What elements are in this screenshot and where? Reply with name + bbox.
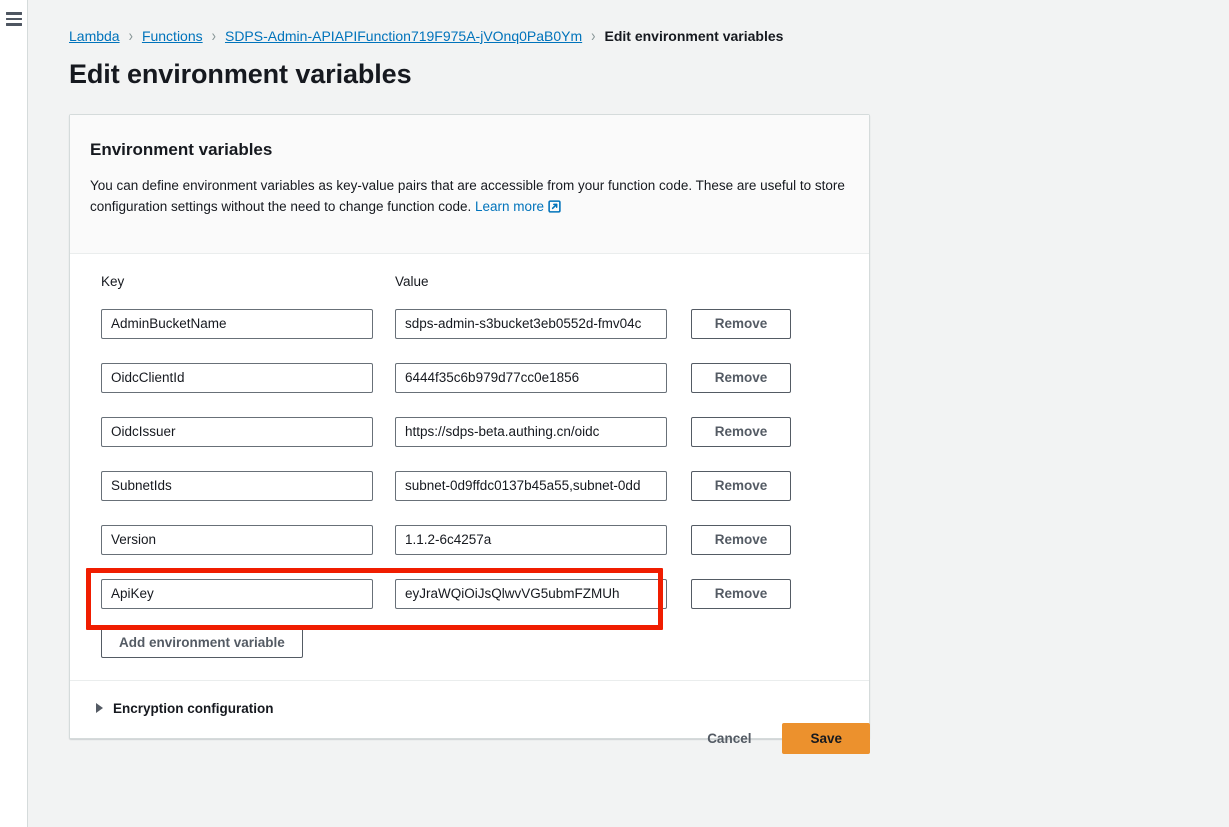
hamburger-bar bbox=[6, 17, 22, 21]
column-header-key: Key bbox=[101, 273, 125, 289]
environment-variables-card: Environment variables You can define env… bbox=[69, 114, 870, 739]
environment-variable-key-input[interactable] bbox=[101, 578, 373, 609]
breadcrumb-separator: › bbox=[591, 25, 596, 45]
remove-environment-variable-button[interactable]: Remove bbox=[691, 308, 791, 339]
environment-variable-key-input[interactable] bbox=[101, 308, 373, 339]
table-row: Remove bbox=[90, 567, 849, 621]
hamburger-bar bbox=[6, 12, 22, 15]
table-rows: Remove Remove Remove Remove Remove Remove bbox=[90, 297, 849, 621]
table-row: Remove bbox=[90, 351, 849, 405]
breadcrumb-item-current: Edit environment variables bbox=[604, 27, 784, 44]
external-link-icon bbox=[548, 198, 561, 219]
cancel-button[interactable]: Cancel bbox=[698, 724, 760, 753]
hamburger-bar bbox=[6, 23, 22, 26]
learn-more-link[interactable]: Learn more bbox=[475, 199, 561, 214]
breadcrumb: Lambda › Functions › SDPS-Admin-APIAPIFu… bbox=[28, 0, 1229, 50]
table-row: Remove bbox=[90, 405, 849, 459]
save-button[interactable]: Save bbox=[782, 723, 870, 754]
hamburger-menu-icon[interactable] bbox=[6, 12, 22, 26]
environment-variable-value-input[interactable] bbox=[395, 578, 667, 609]
environment-variable-key-input[interactable] bbox=[101, 362, 373, 393]
remove-environment-variable-button[interactable]: Remove bbox=[691, 362, 791, 393]
add-environment-variable-button[interactable]: Add environment variable bbox=[101, 626, 303, 658]
table-column-headers: Key Value bbox=[90, 273, 849, 291]
breadcrumb-separator: › bbox=[128, 25, 133, 45]
table-row: Remove bbox=[90, 459, 849, 513]
table-row: Remove bbox=[90, 513, 849, 567]
breadcrumb-item-functions[interactable]: Functions bbox=[142, 27, 203, 45]
page-title: Edit environment variables bbox=[69, 59, 412, 89]
environment-variables-table: Key Value RemoveRemoveRemoveRemoveRemove… bbox=[70, 253, 869, 680]
remove-environment-variable-button[interactable]: Remove bbox=[691, 524, 791, 555]
breadcrumb-separator: › bbox=[211, 25, 216, 45]
card-description-text: You can define environment variables as … bbox=[90, 178, 845, 214]
card-heading: Environment variables bbox=[90, 140, 273, 159]
environment-variable-value-input[interactable] bbox=[395, 308, 667, 339]
remove-environment-variable-button[interactable]: Remove bbox=[691, 578, 791, 609]
encryption-configuration-expander[interactable]: Encryption configuration bbox=[90, 701, 849, 716]
table-row: Remove bbox=[90, 297, 849, 351]
remove-environment-variable-button[interactable]: Remove bbox=[691, 416, 791, 447]
breadcrumb-item-function-name[interactable]: SDPS-Admin-APIAPIFunction719F975A-jVOnq0… bbox=[225, 27, 582, 45]
environment-variable-key-input[interactable] bbox=[101, 416, 373, 447]
remove-environment-variable-button[interactable]: Remove bbox=[691, 470, 791, 501]
card-description: You can define environment variables as … bbox=[90, 175, 849, 219]
left-nav-rail bbox=[0, 0, 28, 827]
learn-more-label: Learn more bbox=[475, 199, 545, 214]
caret-right-icon bbox=[96, 703, 103, 713]
encryption-configuration-label: Encryption configuration bbox=[113, 700, 274, 716]
environment-variable-value-input[interactable] bbox=[395, 524, 667, 555]
breadcrumb-item-lambda[interactable]: Lambda bbox=[69, 27, 120, 45]
form-actions: Cancel Save bbox=[69, 723, 870, 754]
lambda-edit-environment-variables-page: Lambda › Functions › SDPS-Admin-APIAPIFu… bbox=[0, 0, 1229, 827]
environment-variable-value-input[interactable] bbox=[395, 470, 667, 501]
environment-variable-value-input[interactable] bbox=[395, 416, 667, 447]
environment-variable-key-input[interactable] bbox=[101, 524, 373, 555]
main-content: Lambda › Functions › SDPS-Admin-APIAPIFu… bbox=[28, 0, 1229, 827]
card-header: Environment variables You can define env… bbox=[70, 115, 869, 254]
environment-variable-value-input[interactable] bbox=[395, 362, 667, 393]
column-header-value: Value bbox=[395, 273, 429, 289]
environment-variable-key-input[interactable] bbox=[101, 470, 373, 501]
